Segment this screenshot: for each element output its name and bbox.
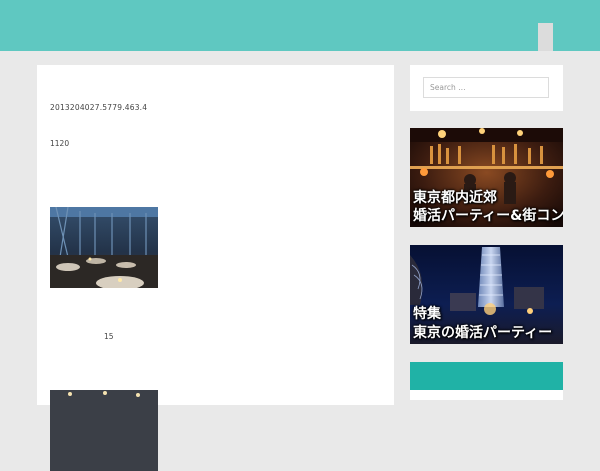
post-number-text: 15 [104,332,114,341]
site-header [0,0,600,51]
search-input[interactable] [423,77,549,98]
venue-photo [50,390,158,471]
post-meta-text: 2013204027.5779.463.4 [50,103,148,112]
sidebar-widget-header [410,362,563,390]
search-widget [410,65,563,111]
banner-title: 東京都内近郊 [413,190,497,206]
post-count-text: 1120 [50,139,70,148]
banner-title: 特集 [413,306,441,322]
banner-subtitle: 婚活パーティー&街コン [413,208,563,224]
banner-subtitle: 東京の婚活パーティー [413,325,553,341]
venue-interior-photo [50,207,158,288]
menu-toggle-button[interactable] [538,23,553,51]
sidebar-widget-body [410,390,563,400]
banner-tokyo-konkatsu-party[interactable]: 特集 東京の婚活パーティー [410,245,563,344]
banner-konkatsu-party-machicon[interactable]: 東京都内近郊 婚活パーティー&街コン [410,128,563,227]
main-content: 2013204027.5779.463.4 1120 15 [37,65,394,471]
